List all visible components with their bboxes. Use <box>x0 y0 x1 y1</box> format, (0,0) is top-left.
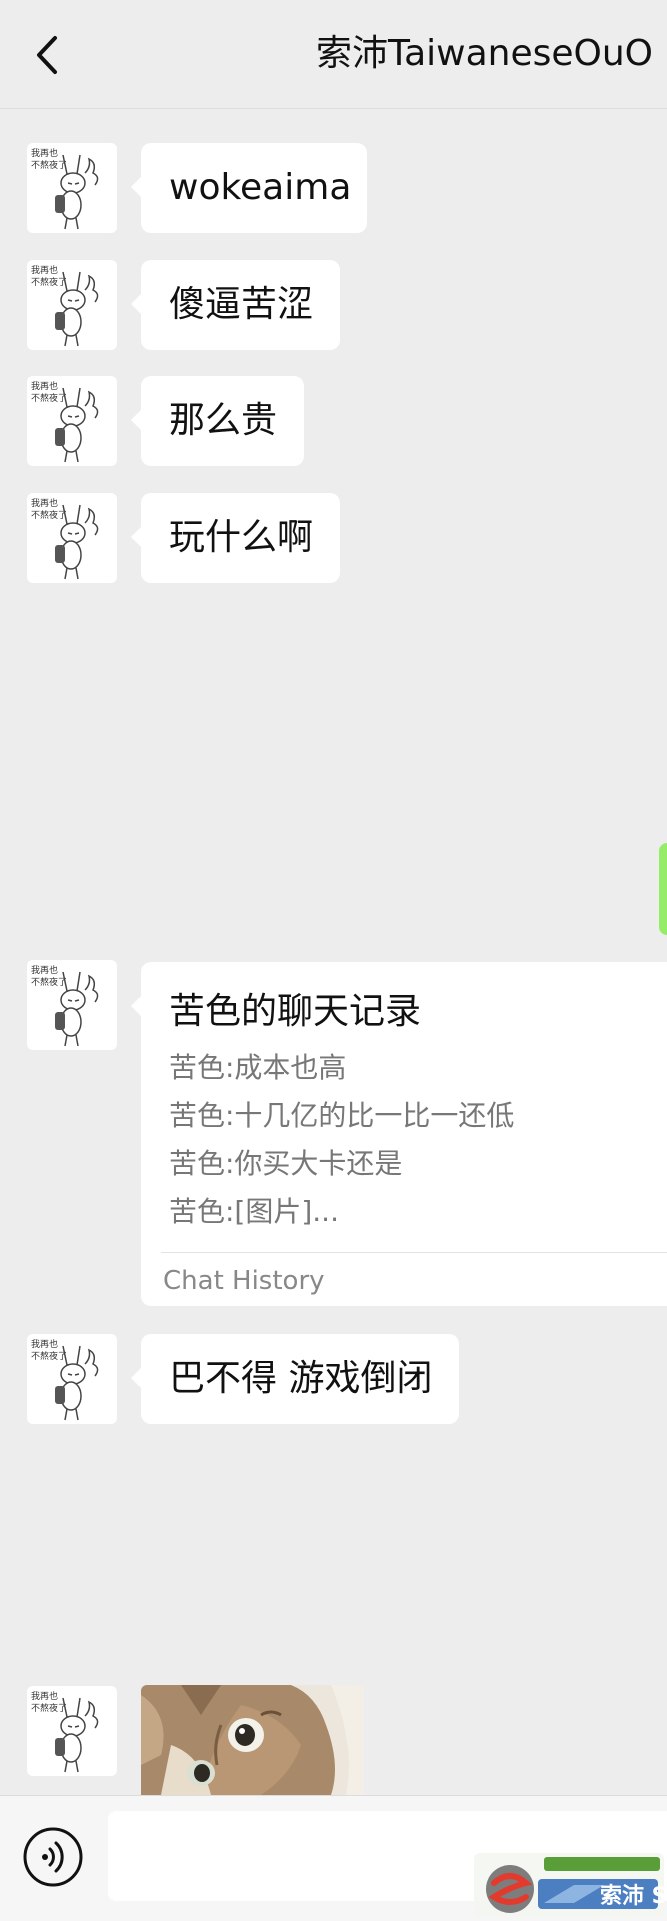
svg-text:我再也: 我再也 <box>31 1690 58 1702</box>
svg-text:不熬夜了: 不熬夜了 <box>31 509 67 521</box>
contact-avatar[interactable]: 我再也 不熬夜了 <box>27 376 117 466</box>
chevron-left-icon <box>37 36 57 74</box>
contact-avatar[interactable]: 我再也 不熬夜了 <box>27 1686 117 1776</box>
chat-history-line: 苦色:十几亿的比一比一还低 <box>169 1099 515 1132</box>
cat-photo <box>141 1685 364 1795</box>
contact-avatar[interactable]: 我再也 不熬夜了 <box>27 960 117 1050</box>
message-bubble[interactable]: 那么贵 <box>131 376 304 466</box>
svg-text:索沛 S: 索沛 S <box>600 1884 664 1909</box>
chat-history-label: Chat History <box>163 1266 325 1296</box>
message-bubble[interactable]: 傻逼苦涩 <box>131 260 340 350</box>
outgoing-bubble-edge[interactable] <box>659 843 667 935</box>
site-watermark-logo: 索沛 S <box>474 1853 667 1917</box>
svg-text:不熬夜了: 不熬夜了 <box>31 392 67 404</box>
svg-text:我再也: 我再也 <box>31 264 58 276</box>
voice-icon <box>23 1827 83 1887</box>
contact-avatar[interactable]: 我再也 不熬夜了 <box>27 260 117 350</box>
svg-text:不熬夜了: 不熬夜了 <box>31 1702 67 1714</box>
divider <box>161 1252 667 1253</box>
svg-text:不熬夜了: 不熬夜了 <box>31 276 67 288</box>
svg-text:我再也: 我再也 <box>31 1338 58 1350</box>
voice-button[interactable] <box>22 1826 84 1888</box>
message-bubble[interactable]: 巴不得 游戏倒闭 <box>131 1334 459 1424</box>
chat-history-title: 苦色的聊天记录 <box>169 991 422 1032</box>
chat-history-line: 苦色:[图片]... <box>169 1195 339 1228</box>
image-message[interactable] <box>141 1685 364 1795</box>
chat-history-card[interactable]: 苦色的聊天记录 苦色:成本也高 苦色:十几亿的比一比一还低 苦色:你买大卡还是 … <box>131 962 667 1306</box>
svg-text:不熬夜了: 不熬夜了 <box>31 976 67 988</box>
chat-header: 索沛TaiwaneseOuO <box>0 0 667 109</box>
svg-text:我再也: 我再也 <box>31 964 58 976</box>
svg-text:我再也: 我再也 <box>31 147 58 159</box>
svg-text:不熬夜了: 不熬夜了 <box>31 159 67 171</box>
contact-avatar[interactable]: 我再也 不熬夜了 <box>27 143 117 233</box>
contact-avatar[interactable]: 我再也 不熬夜了 <box>27 493 117 583</box>
svg-text:我再也: 我再也 <box>31 380 58 392</box>
svg-text:我再也: 我再也 <box>31 497 58 509</box>
message-bubble[interactable]: 玩什么啊 <box>131 493 340 583</box>
svg-text:不熬夜了: 不熬夜了 <box>31 1350 67 1362</box>
contact-avatar[interactable]: 我再也 不熬夜了 <box>27 1334 117 1424</box>
chat-history-line: 苦色:你买大卡还是 <box>169 1147 403 1180</box>
chat-history-line: 苦色:成本也高 <box>169 1051 347 1084</box>
chat-title[interactable]: 索沛TaiwaneseOuO <box>316 28 653 80</box>
back-button[interactable] <box>26 28 72 82</box>
message-bubble[interactable]: wokeaima <box>131 143 367 233</box>
